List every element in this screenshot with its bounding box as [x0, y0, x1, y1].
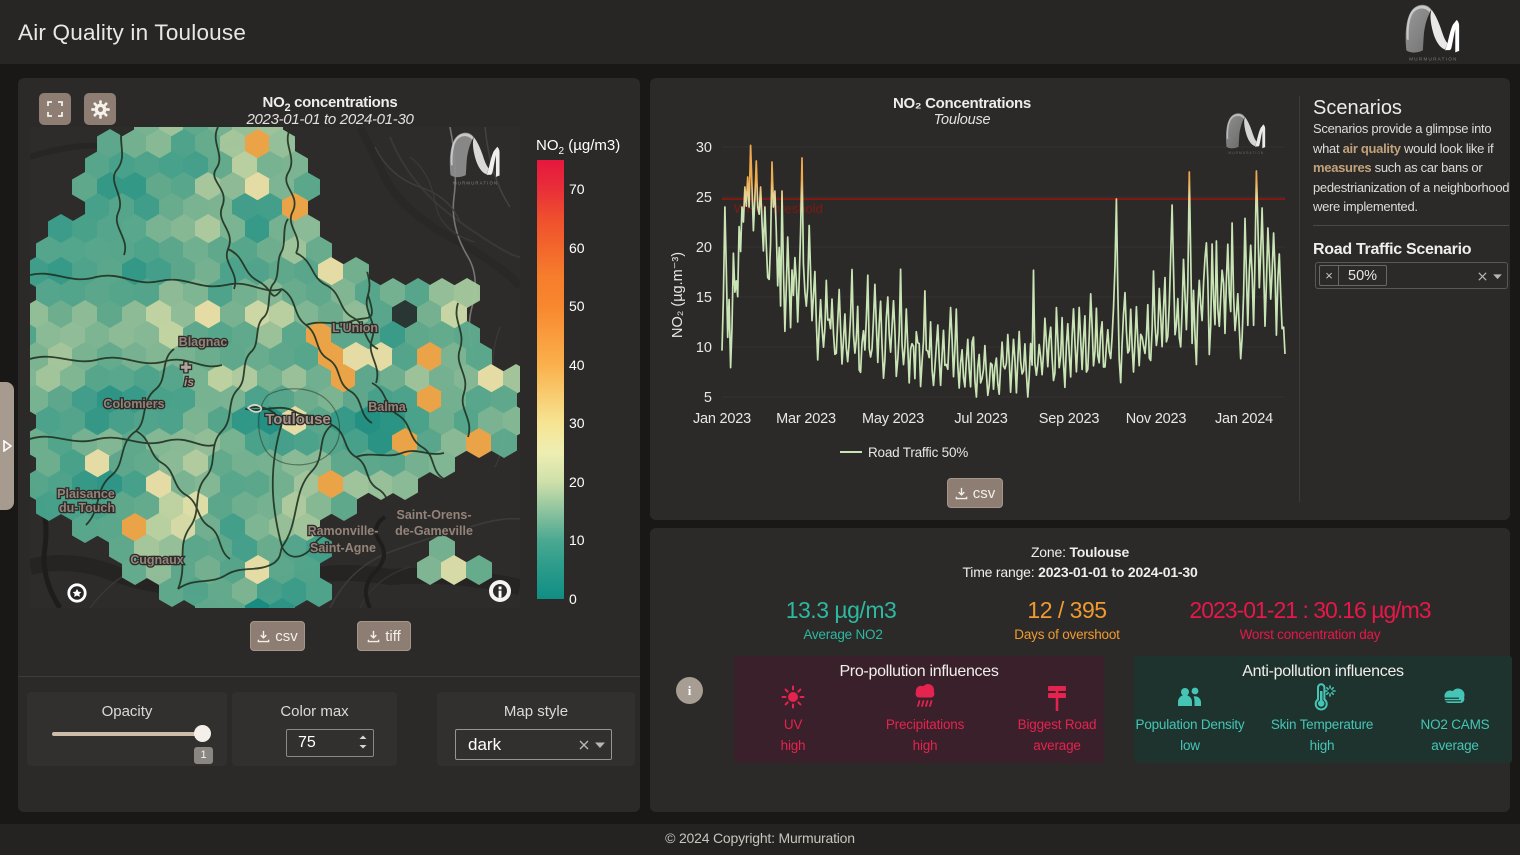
svg-text:Balma: Balma [368, 400, 407, 414]
svg-text:NO₂ Concentrations: NO₂ Concentrations [893, 95, 1031, 112]
svg-text:MURMURATION: MURMURATION [453, 181, 498, 186]
svg-text:NO₂ (µg.m⁻³): NO₂ (µg.m⁻³) [670, 252, 686, 338]
svg-text:du-Touch: du-Touch [59, 501, 115, 515]
svg-text:Jan 2024: Jan 2024 [1215, 411, 1273, 427]
svg-text:Toulouse: Toulouse [934, 112, 991, 128]
svg-text:Saint-Agne: Saint-Agne [310, 541, 376, 555]
svg-text:MURMURATION: MURMURATION [1229, 151, 1265, 155]
svg-text:de-Gameville: de-Gameville [395, 524, 473, 538]
svg-text:25: 25 [696, 190, 712, 206]
svg-text:15: 15 [696, 290, 712, 306]
svg-text:WHO threshold: WHO threshold [734, 201, 823, 216]
svg-text:Blagnac: Blagnac [179, 335, 228, 349]
svg-text:Jan 2023: Jan 2023 [693, 411, 751, 427]
svg-text:Jul 2023: Jul 2023 [954, 411, 1007, 427]
svg-text:5: 5 [704, 390, 712, 406]
svg-text:Road Traffic 50%: Road Traffic 50% [868, 445, 968, 460]
svg-text:Saint-Orens-: Saint-Orens- [396, 508, 471, 522]
svg-text:10: 10 [696, 340, 712, 356]
svg-text:Cugnaux: Cugnaux [130, 553, 184, 567]
svg-text:MURMURATION: MURMURATION [1409, 57, 1458, 62]
svg-text:Plaisance: Plaisance [57, 487, 115, 501]
svg-text:30: 30 [696, 140, 712, 156]
svg-text:20: 20 [696, 240, 712, 256]
svg-text:Toulouse: Toulouse [265, 411, 331, 428]
svg-text:Nov 2023: Nov 2023 [1126, 411, 1187, 427]
svg-text:is: is [184, 375, 194, 389]
svg-text:Sep 2023: Sep 2023 [1039, 411, 1100, 427]
svg-text:L'Union: L'Union [332, 321, 378, 335]
svg-text:✚: ✚ [181, 360, 192, 375]
svg-text:May 2023: May 2023 [862, 411, 924, 427]
svg-text:Colomiers: Colomiers [103, 397, 164, 411]
svg-text:Mar 2023: Mar 2023 [776, 411, 836, 427]
svg-text:Ramonville-: Ramonville- [308, 524, 379, 538]
